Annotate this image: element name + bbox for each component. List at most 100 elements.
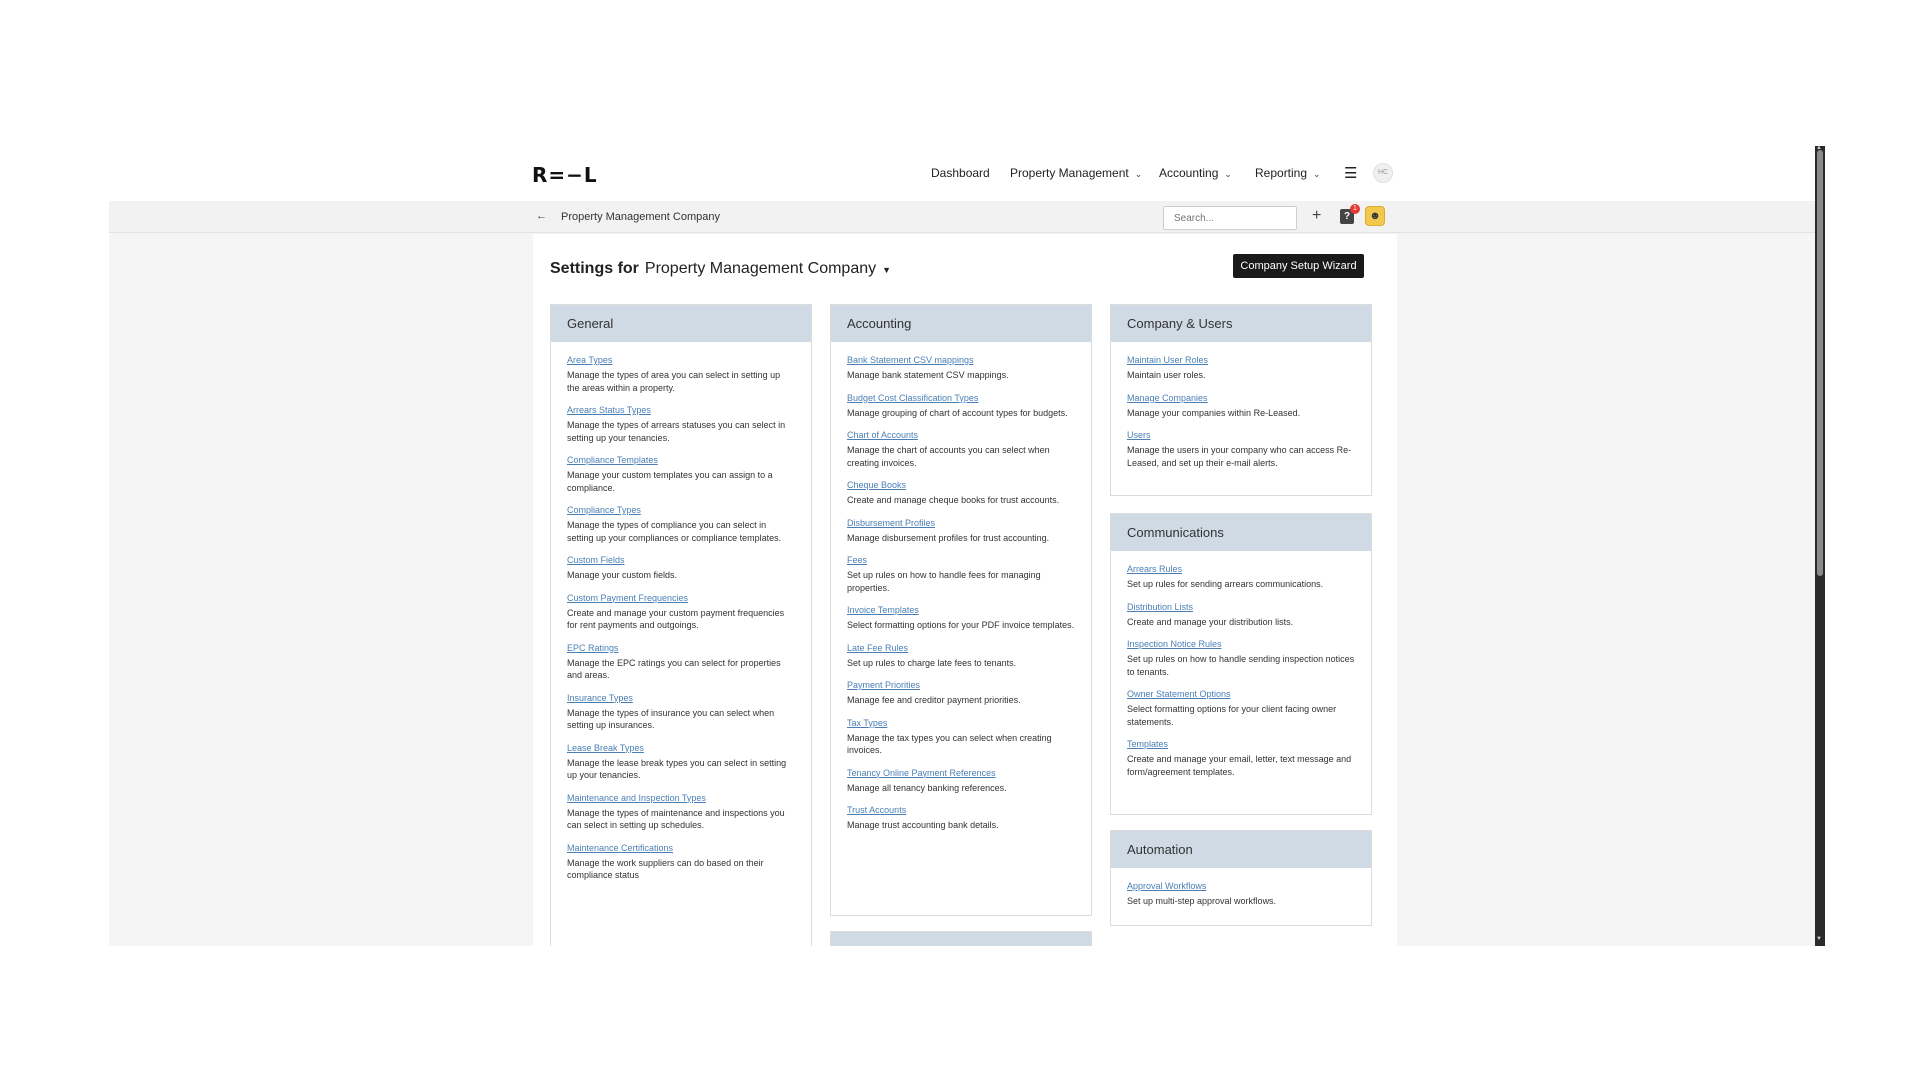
settings-desc: Manage the users in your company who can… — [1127, 445, 1352, 468]
settings-link[interactable]: Tenancy Online Payment References — [847, 768, 1075, 779]
nav-accounting-label: Accounting — [1159, 166, 1219, 180]
panel-body: Maintain User Roles Maintain user roles. … — [1111, 342, 1371, 486]
settings-link[interactable]: Manage Companies — [1127, 393, 1355, 404]
settings-link[interactable]: Disbursement Profiles — [847, 518, 1075, 529]
panel-header: Communications — [1111, 514, 1371, 551]
settings-link[interactable]: Compliance Templates — [567, 455, 795, 466]
settings-link[interactable]: Tax Types — [847, 718, 1075, 729]
list-item: Tax Types Manage the tax types you can se… — [847, 718, 1075, 757]
settings-desc: Create and manage your custom payment fr… — [567, 607, 785, 631]
caret-down-icon: ▼ — [882, 265, 892, 275]
settings-desc: Manage the EPC ratings you can select fo… — [567, 657, 781, 681]
app-logo[interactable]: R=−L — [532, 163, 598, 187]
settings-desc: Manage the types of area you can select … — [567, 370, 781, 393]
list-item: Compliance Templates Manage your custom t… — [567, 455, 795, 494]
panel-general: General Area Types Manage the types of ar… — [550, 304, 812, 946]
list-item: Disbursement Profiles Manage disbursement… — [847, 518, 1075, 545]
settings-link[interactable]: Lease Break Types — [567, 743, 795, 754]
profile-icon[interactable]: ☻ — [1365, 206, 1385, 226]
settings-desc: Manage the tax types you can select when… — [847, 732, 1052, 756]
chevron-down-icon: ⌄ — [1313, 169, 1321, 179]
nav-reporting[interactable]: Reporting ⌄ — [1255, 166, 1321, 180]
panel-next — [830, 931, 1092, 946]
list-item: Maintenance and Inspection Types Manage t… — [567, 793, 795, 832]
settings-link[interactable]: Bank Statement CSV mappings — [847, 355, 1075, 366]
list-item: Chart of Accounts Manage the chart of acc… — [847, 430, 1075, 469]
settings-desc: Create and manage your distribution list… — [1127, 616, 1294, 627]
settings-desc: Set up rules on how to handle fees for m… — [847, 570, 1041, 593]
settings-link[interactable]: Late Fee Rules — [847, 643, 1075, 654]
settings-link[interactable]: Invoice Templates — [847, 605, 1075, 616]
nav-reporting-label: Reporting — [1255, 166, 1308, 180]
settings-link[interactable]: Users — [1127, 430, 1355, 441]
app-window: R=−L Dashboard Property Management ⌄ Acco… — [109, 146, 1825, 946]
company-setup-wizard-button[interactable]: Company Setup Wizard — [1233, 254, 1364, 278]
settings-desc: Manage all tenancy banking references. — [847, 782, 1007, 793]
settings-desc: Maintain user roles. — [1127, 370, 1206, 380]
list-item: Invoice Templates Select formatting optio… — [847, 605, 1075, 632]
settings-link[interactable]: Trust Accounts — [847, 805, 1075, 816]
settings-desc: Manage the work suppliers can do based o… — [567, 857, 764, 881]
nav-dashboard[interactable]: Dashboard — [931, 166, 990, 180]
settings-link[interactable]: Arrears Rules — [1127, 564, 1355, 575]
scrollbar-thumb[interactable] — [1817, 150, 1823, 576]
list-item: Manage Companies Manage your companies wi… — [1127, 393, 1355, 420]
settings-desc: Manage the chart of accounts you can sel… — [847, 445, 1050, 468]
settings-link[interactable]: Budget Cost Classification Types — [847, 393, 1075, 404]
list-item: Fees Set up rules on how to handle fees f… — [847, 555, 1075, 594]
nav-dashboard-label: Dashboard — [931, 166, 990, 180]
settings-link[interactable]: Area Types — [567, 355, 795, 366]
list-item: Maintain User Roles Maintain user roles. — [1127, 355, 1355, 382]
list-item: Tenancy Online Payment References Manage … — [847, 768, 1075, 795]
settings-link[interactable]: Compliance Types — [567, 505, 795, 516]
list-item: Inspection Notice Rules Set up rules on h… — [1127, 639, 1355, 678]
menu-icon[interactable]: ☰ — [1344, 164, 1357, 182]
panel-header: Company & Users — [1111, 305, 1371, 342]
settings-desc: Manage the lease break types you can sel… — [567, 757, 787, 781]
list-item: Compliance Types Manage the types of comp… — [567, 505, 795, 544]
settings-link[interactable]: Maintenance Certifications — [567, 843, 795, 854]
panel-automation: Automation Approval Workflows Set up mult… — [1110, 830, 1372, 926]
list-item: Custom Fields Manage your custom fields. — [567, 555, 795, 582]
settings-link[interactable]: Custom Payment Frequencies — [567, 593, 795, 604]
settings-link[interactable]: Fees — [847, 555, 1075, 566]
list-item: Cheque Books Create and manage cheque boo… — [847, 480, 1075, 507]
settings-link[interactable]: Cheque Books — [847, 480, 1075, 491]
page-scrollbar[interactable]: ▲ ▼ — [1815, 146, 1825, 946]
settings-link[interactable]: Arrears Status Types — [567, 405, 795, 416]
settings-link[interactable]: Owner Statement Options — [1127, 689, 1355, 700]
breadcrumb[interactable]: Property Management Company — [561, 211, 720, 223]
plus-icon[interactable]: + — [1312, 207, 1321, 225]
panel-header: Accounting — [831, 305, 1091, 342]
panel-header: General — [551, 305, 811, 342]
company-name: Property Management Company — [644, 260, 877, 277]
settings-link[interactable]: Insurance Types — [567, 693, 795, 704]
panel-header — [831, 932, 1091, 946]
settings-desc: Manage trust accounting bank details. — [847, 820, 999, 830]
settings-link[interactable]: Distribution Lists — [1127, 602, 1355, 613]
scroll-down-arrow-icon[interactable]: ▼ — [1816, 936, 1822, 942]
settings-link[interactable]: Chart of Accounts — [847, 430, 1075, 441]
settings-link[interactable]: Inspection Notice Rules — [1127, 639, 1355, 650]
list-item: Templates Create and manage your email, l… — [1127, 739, 1355, 778]
search-input[interactable] — [1163, 206, 1297, 230]
settings-link[interactable]: Approval Workflows — [1127, 881, 1355, 892]
settings-link[interactable]: EPC Ratings — [567, 643, 795, 654]
list-item: Maintenance Certifications Manage the wor… — [567, 843, 795, 882]
settings-link[interactable]: Payment Priorities — [847, 680, 1075, 691]
back-arrow-icon[interactable]: ← — [536, 210, 547, 222]
settings-link[interactable]: Templates — [1127, 739, 1355, 750]
settings-link[interactable]: Maintain User Roles — [1127, 355, 1355, 366]
nav-accounting[interactable]: Accounting ⌄ — [1159, 166, 1232, 180]
list-item: Bank Statement CSV mappings Manage bank s… — [847, 355, 1075, 382]
panel-communications: Communications Arrears Rules Set up rules… — [1110, 513, 1372, 815]
company-selector[interactable]: Property Management Company ▼ — [645, 260, 891, 277]
list-item: Distribution Lists Create and manage your… — [1127, 602, 1355, 629]
nav-property-management[interactable]: Property Management ⌄ — [1010, 166, 1142, 180]
panel-company-users: Company & Users Maintain User Roles Maint… — [1110, 304, 1372, 496]
settings-link[interactable]: Custom Fields — [567, 555, 795, 566]
list-item: EPC Ratings Manage the EPC ratings you ca… — [567, 643, 795, 682]
settings-link[interactable]: Maintenance and Inspection Types — [567, 793, 795, 804]
avatar[interactable]: HC — [1373, 163, 1393, 183]
settings-desc: Manage your companies within Re-Leased. — [1127, 407, 1301, 418]
